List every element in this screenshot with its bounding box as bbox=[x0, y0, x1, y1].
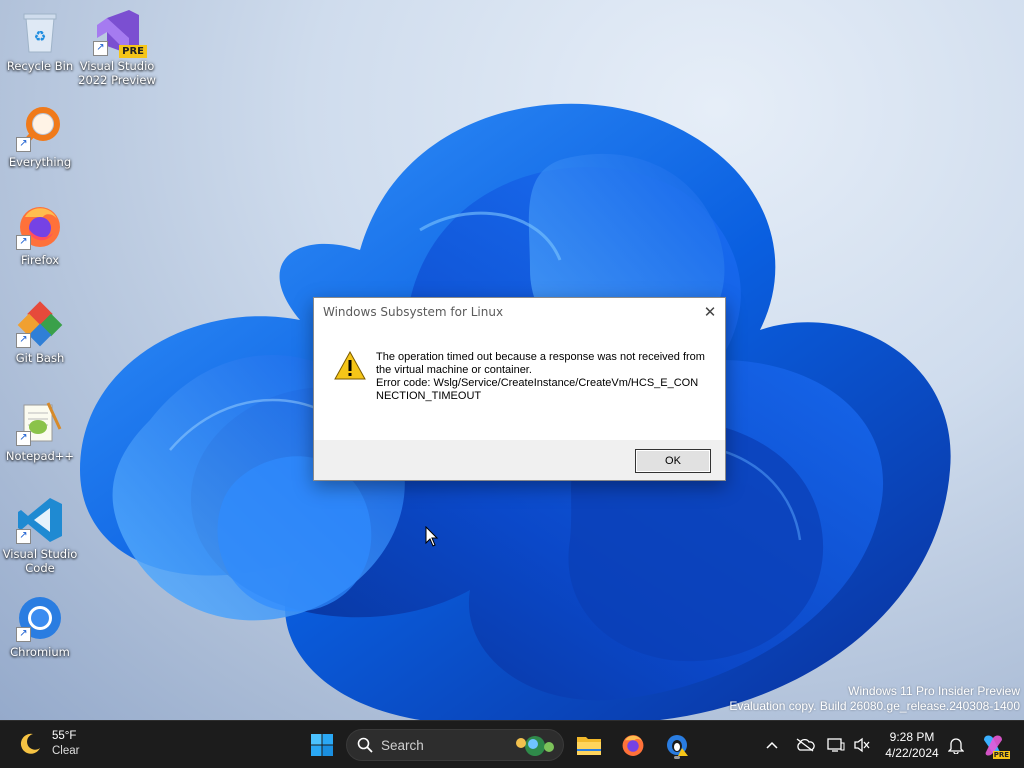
wsl-penguin-icon bbox=[667, 735, 688, 756]
search-placeholder: Search bbox=[381, 737, 424, 753]
desktop-icon-chromium[interactable]: ↗ Chromium bbox=[0, 594, 80, 659]
copilot-pre-badge: PRE bbox=[992, 751, 1010, 759]
desktop-icon-label: Git Bash bbox=[15, 351, 65, 365]
windows-logo-icon bbox=[311, 734, 333, 756]
firefox-icon: ↗ bbox=[16, 202, 64, 250]
running-indicator bbox=[674, 756, 680, 759]
desktop-icon-git-bash[interactable]: ↗ Git Bash bbox=[0, 300, 80, 365]
taskbar-firefox[interactable] bbox=[616, 729, 650, 761]
desktop-icon-recycle-bin[interactable]: ♻ Recycle Bin bbox=[0, 8, 80, 73]
show-hidden-icons-button[interactable] bbox=[762, 735, 782, 755]
onedrive-status[interactable] bbox=[794, 735, 816, 755]
recycle-bin-icon: ♻ bbox=[16, 8, 64, 56]
watermark-line-1: Windows 11 Pro Insider Preview bbox=[848, 684, 1020, 698]
dialog-title: Windows Subsystem for Linux bbox=[323, 305, 504, 319]
everything-magnifier-icon: ↗ bbox=[16, 104, 64, 152]
search-highlight-icon bbox=[516, 736, 554, 756]
wsl-error-dialog: Windows Subsystem for Linux ✕ The operat… bbox=[313, 297, 726, 481]
desktop-icon-visual-studio-code[interactable]: ↗ Visual Studio Code bbox=[0, 496, 80, 575]
shortcut-arrow-icon: ↗ bbox=[16, 137, 31, 152]
display-icon bbox=[827, 738, 845, 752]
pre-badge: PRE bbox=[119, 45, 147, 58]
desktop-icon-label: Recycle Bin bbox=[6, 59, 74, 73]
warning-icon bbox=[334, 350, 366, 385]
dialog-message: The operation timed out because a respon… bbox=[376, 351, 706, 403]
chevron-up-icon bbox=[766, 741, 778, 749]
desktop-icon-label: Visual Studio 2022 Preview bbox=[78, 59, 156, 87]
weather-condition: Clear bbox=[52, 745, 80, 757]
weather-widget[interactable]: 55°F Clear bbox=[18, 729, 79, 759]
copilot-button[interactable]: PRE bbox=[978, 730, 1010, 760]
vscode-icon: ↗ bbox=[16, 496, 64, 544]
volume-button[interactable] bbox=[852, 735, 872, 755]
notepad-plus-plus-icon: ↗ bbox=[16, 398, 64, 446]
desktop-icon-label: Notepad++ bbox=[5, 449, 75, 463]
svg-text:♻: ♻ bbox=[34, 29, 47, 45]
desktop-icon-label: Chromium bbox=[10, 645, 70, 659]
taskbar-search[interactable]: Search bbox=[346, 729, 564, 761]
desktop-icon-visual-studio-2022-preview[interactable]: PRE ↗ Visual Studio 2022 Preview bbox=[77, 8, 157, 87]
dialog-footer: OK bbox=[314, 440, 725, 480]
shortcut-arrow-icon: ↗ bbox=[16, 627, 31, 642]
start-button[interactable] bbox=[306, 729, 338, 761]
shortcut-arrow-icon: ↗ bbox=[16, 333, 31, 348]
shortcut-arrow-icon: ↗ bbox=[93, 41, 108, 56]
dialog-titlebar[interactable]: Windows Subsystem for Linux ✕ bbox=[314, 298, 725, 326]
desktop-icon-label: Visual Studio Code bbox=[2, 547, 78, 575]
evaluation-watermark: Windows 11 Pro Insider Preview Evaluatio… bbox=[729, 684, 1020, 714]
desktop-icon-firefox[interactable]: ↗ Firefox bbox=[0, 202, 80, 267]
taskbar-file-explorer[interactable] bbox=[572, 729, 606, 761]
ok-button[interactable]: OK bbox=[635, 449, 711, 473]
error-code-text: Error code: Wslg/Service/CreateInstance/… bbox=[376, 377, 699, 402]
watermark-line-2: Evaluation copy. Build 26080.ge_release.… bbox=[729, 699, 1020, 713]
dialog-body: The operation timed out because a respon… bbox=[314, 326, 725, 440]
close-icon: ✕ bbox=[703, 303, 717, 321]
shortcut-arrow-icon: ↗ bbox=[16, 431, 31, 446]
volume-muted-icon bbox=[854, 737, 870, 753]
bell-icon bbox=[948, 738, 964, 754]
desktop-icon-label: Firefox bbox=[20, 253, 60, 267]
folder-icon bbox=[577, 737, 601, 755]
shortcut-arrow-icon: ↗ bbox=[16, 529, 31, 544]
desktop-icon-everything[interactable]: ↗ Everything bbox=[0, 104, 80, 169]
desktop-icon-label: Everything bbox=[8, 155, 72, 169]
taskbar-clock[interactable]: 9:28 PM 4/22/2024 bbox=[872, 729, 952, 761]
clock-date: 4/22/2024 bbox=[885, 746, 939, 760]
git-bash-icon: ↗ bbox=[16, 300, 64, 348]
clock-time: 9:28 PM bbox=[889, 730, 935, 744]
visual-studio-preview-icon: PRE ↗ bbox=[93, 8, 147, 58]
search-icon bbox=[357, 737, 373, 753]
onedrive-offline-icon bbox=[796, 738, 815, 752]
taskbar-wsl[interactable] bbox=[660, 729, 694, 761]
chromium-icon: ↗ bbox=[16, 594, 64, 642]
mouse-cursor-icon bbox=[425, 526, 439, 547]
display-status[interactable] bbox=[826, 735, 846, 755]
weather-temperature: 55°F bbox=[52, 730, 77, 742]
notifications-button[interactable] bbox=[946, 735, 966, 755]
firefox-icon bbox=[622, 735, 644, 756]
desktop-icon-notepad-plus-plus[interactable]: ↗ Notepad++ bbox=[0, 398, 80, 463]
moon-icon bbox=[20, 733, 40, 754]
close-button[interactable]: ✕ bbox=[695, 298, 725, 326]
shortcut-arrow-icon: ↗ bbox=[16, 235, 31, 250]
taskbar: 55°F Clear Search 9:28 PM 4/22/2024 PRE bbox=[0, 720, 1024, 768]
message-text: The operation timed out because a respon… bbox=[376, 351, 709, 376]
desktop: ♻ Recycle Bin PRE ↗ Visual Studio 2022 P… bbox=[0, 0, 1024, 720]
